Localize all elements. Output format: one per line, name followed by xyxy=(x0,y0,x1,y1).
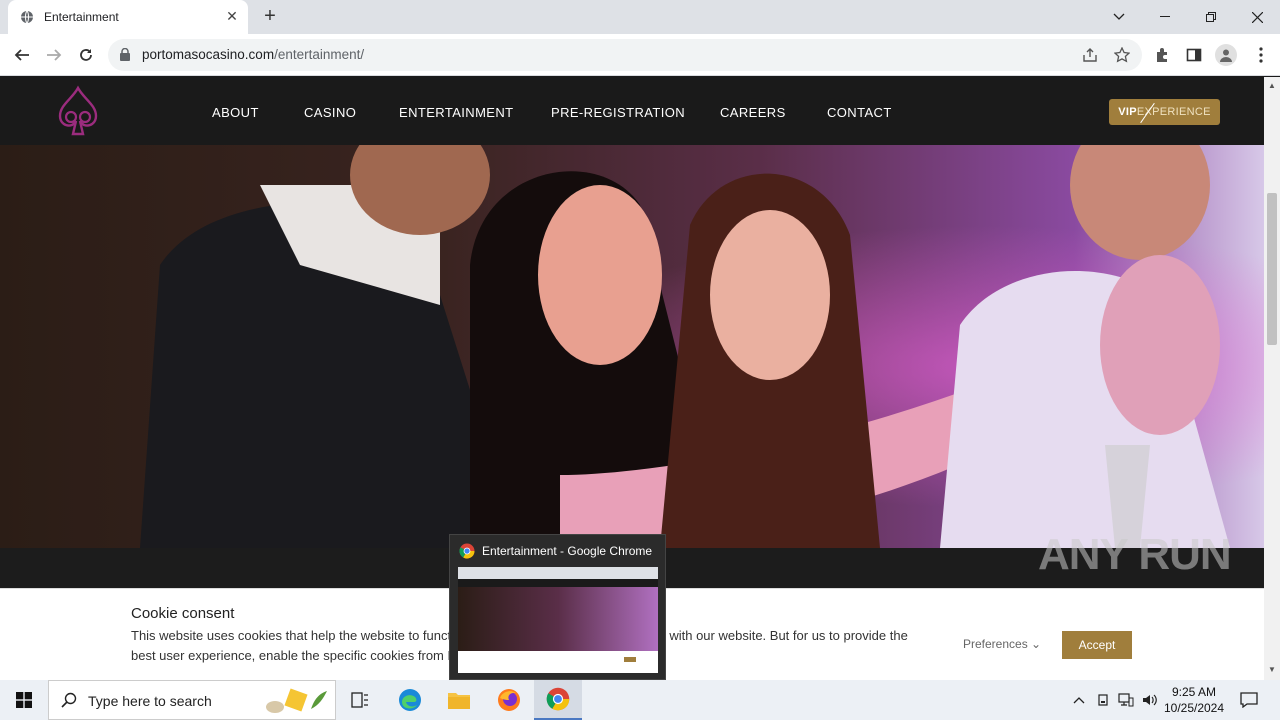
clock-time: 9:25 AM xyxy=(1171,685,1217,699)
device-icon[interactable] xyxy=(1095,692,1111,708)
chrome-icon xyxy=(459,543,475,559)
lock-icon xyxy=(120,48,130,61)
search-placeholder: Type here to search xyxy=(88,693,212,709)
minimize-icon[interactable] xyxy=(1142,0,1188,34)
menu-icon[interactable] xyxy=(1252,46,1270,64)
extensions-icon[interactable] xyxy=(1153,46,1171,64)
restore-icon[interactable] xyxy=(1188,0,1234,34)
globe-icon xyxy=(21,10,33,24)
site-header: ABOUT CASINO ENTERTAINMENT PRE-REGISTRAT… xyxy=(0,77,1264,145)
tab-title: Entertainment xyxy=(44,10,119,24)
nav-careers[interactable]: CAREERS xyxy=(720,105,786,120)
new-tab-icon[interactable]: + xyxy=(260,6,280,26)
windows-taskbar: Type here to search 9:25 AM 10/25/2024 xyxy=(0,680,1280,720)
nav-entertainment[interactable]: ENTERTAINMENT xyxy=(399,105,514,120)
spade-logo-icon[interactable] xyxy=(52,85,104,137)
profile-avatar-icon[interactable] xyxy=(1215,44,1237,66)
address-bar[interactable]: portomasocasino.com/entertainment/ xyxy=(108,39,1142,71)
vip-label: VIP xyxy=(1118,106,1137,118)
thumbnail-preview xyxy=(458,567,658,673)
search-highlight-icon xyxy=(266,688,327,713)
thumbnail-title: Entertainment - Google Chrome xyxy=(482,544,653,558)
bookmark-star-icon[interactable] xyxy=(1113,46,1131,64)
chrome-taskbar-icon[interactable] xyxy=(534,680,582,720)
nav-pre-registration[interactable]: PRE-REGISTRATION xyxy=(551,105,685,120)
share-icon[interactable] xyxy=(1081,46,1099,64)
scrollbar-thumb[interactable] xyxy=(1267,193,1277,345)
nav-about[interactable]: ABOUT xyxy=(212,105,259,120)
system-clock[interactable]: 9:25 AM 10/25/2024 xyxy=(1160,684,1228,716)
network-icon[interactable] xyxy=(1118,692,1134,708)
windows-start-icon[interactable] xyxy=(0,680,48,720)
task-view-icon[interactable] xyxy=(336,680,384,720)
cookie-title: Cookie consent xyxy=(131,605,235,622)
reload-icon[interactable] xyxy=(73,42,99,68)
page-scrollbar[interactable]: ▲ ▼ xyxy=(1264,77,1280,680)
browser-toolbar: portomasocasino.com/entertainment/ xyxy=(0,34,1280,76)
tab-close-icon[interactable]: ✕ xyxy=(224,8,240,24)
scroll-down-icon[interactable]: ▼ xyxy=(1268,665,1276,674)
back-icon[interactable] xyxy=(9,42,35,68)
side-panel-icon[interactable] xyxy=(1185,46,1203,64)
tab-search-icon[interactable] xyxy=(1096,0,1142,34)
nav-contact[interactable]: CONTACT xyxy=(827,105,892,120)
tab-strip: Entertainment ✕ + xyxy=(0,0,1280,34)
volume-icon[interactable] xyxy=(1142,692,1158,708)
edge-icon[interactable] xyxy=(386,680,434,720)
browser-tab[interactable]: Entertainment ✕ xyxy=(8,0,248,34)
scroll-up-icon[interactable]: ▲ xyxy=(1268,81,1276,90)
show-hidden-icons-icon[interactable] xyxy=(1071,692,1087,708)
file-explorer-icon[interactable] xyxy=(435,680,483,720)
hero-image xyxy=(0,145,1264,548)
url-text: portomasocasino.com/entertainment/ xyxy=(142,47,365,62)
firefox-icon[interactable] xyxy=(485,680,533,720)
notification-icon[interactable] xyxy=(1240,691,1258,709)
window-thumbnail-popup[interactable]: Entertainment - Google Chrome xyxy=(449,534,666,680)
nav-casino[interactable]: CASINO xyxy=(304,105,356,120)
chevron-down-icon: ⌄ xyxy=(1031,637,1042,651)
forward-icon[interactable] xyxy=(41,42,67,68)
search-icon xyxy=(61,692,77,708)
accept-button[interactable]: Accept xyxy=(1062,631,1132,659)
anyrun-watermark: ANY RUN xyxy=(1038,530,1232,579)
taskbar-search-box[interactable]: Type here to search xyxy=(48,680,336,720)
close-window-icon[interactable] xyxy=(1234,0,1280,34)
preferences-link[interactable]: Preferences ⌄ xyxy=(963,637,1041,651)
vip-experience-button[interactable]: VIP EXPERIENCE xyxy=(1109,99,1220,125)
clock-date: 10/25/2024 xyxy=(1163,701,1225,715)
